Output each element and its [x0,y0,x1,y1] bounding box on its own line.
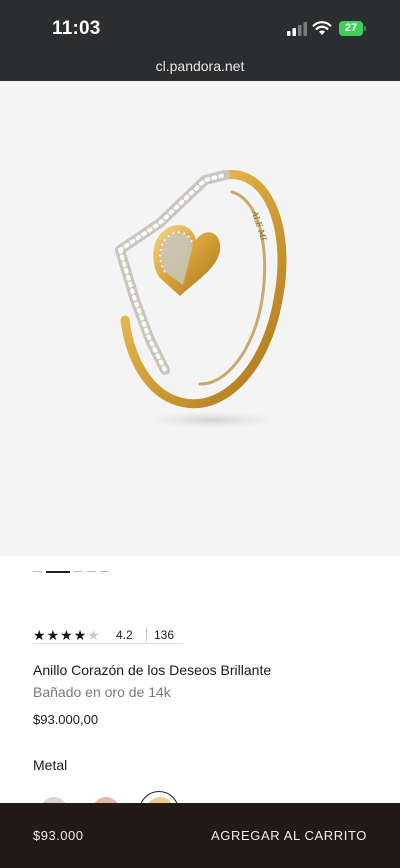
carousel-dot[interactable] [33,571,42,572]
cart-bar-price: $93.000 [33,828,84,843]
product-image-carousel[interactable]: ALE MI [0,81,400,556]
battery-icon: 27 [339,21,367,36]
status-time: 11:03 [52,18,101,39]
star-filled-icon: ★ [46,627,61,643]
star-filled-icon: ★ [60,627,74,643]
add-to-cart-button[interactable]: AGREGAR AL CARRITO [211,828,367,843]
product-price: $93.000,00 [33,712,99,727]
ring-engraving: ALE MI [250,209,269,243]
cellular-signal-icon [287,22,307,36]
product-subtitle: Bañado en oro de 14k [33,684,171,700]
carousel-dot[interactable] [100,571,109,572]
carousel-dot-active[interactable] [46,571,70,573]
product-image-ring: ALE MI [115,170,292,430]
star-filled-icon: ★ [33,627,47,643]
metal-option-label: Metal [33,757,68,773]
browser-top-bar: 11:03 27 cl.pandora.net [0,0,400,81]
add-to-cart-bar: $93.000 AGREGAR AL CARRITO [0,803,400,868]
url-bar[interactable]: cl.pandora.net [0,58,400,74]
rating-underline [33,643,183,644]
carousel-dot[interactable] [74,571,83,572]
rating-value: 4.2 [116,628,133,642]
carousel-dot[interactable] [87,571,96,572]
product-title: Anillo Corazón de los Deseos Brillante [33,662,272,678]
wifi-icon [312,21,332,35]
star-filled-icon: ★ [73,627,88,643]
battery-percent: 27 [344,22,358,34]
star-empty-icon: ★ [87,627,101,643]
rating-divider [146,628,147,642]
rating-count[interactable]: 136 [154,628,174,642]
rating-stars: ★★★★★ [33,627,101,644]
